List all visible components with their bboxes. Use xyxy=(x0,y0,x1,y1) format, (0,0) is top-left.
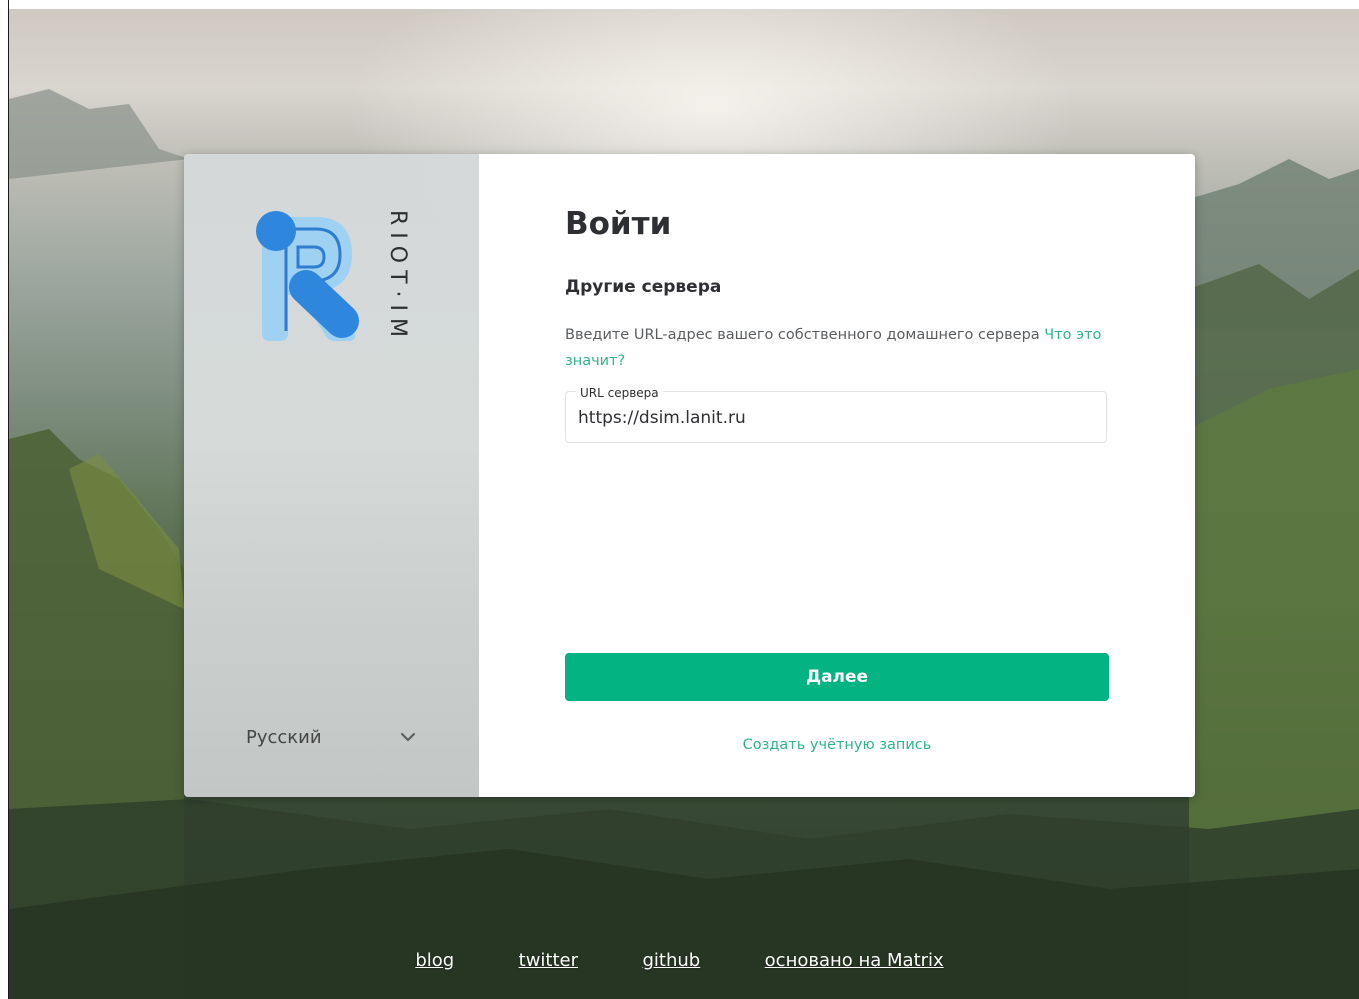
riot-logo-icon xyxy=(254,209,366,344)
language-select[interactable]: Русский xyxy=(246,720,416,754)
page-title: Войти xyxy=(565,206,672,242)
footer-link-twitter[interactable]: twitter xyxy=(519,950,578,971)
branding-panel: RIOT·IM Русский xyxy=(184,154,479,797)
language-selected-value: Русский xyxy=(246,726,322,748)
login-card: RIOT·IM Русский Войти Другие сервера Вве… xyxy=(184,154,1195,797)
login-form-panel: Войти Другие сервера Введите URL-адрес в… xyxy=(479,154,1195,797)
footer-link-matrix[interactable]: основано на Matrix xyxy=(765,950,944,971)
server-section-title: Другие сервера xyxy=(565,277,722,297)
server-url-label: URL сервера xyxy=(576,386,663,400)
server-url-input[interactable] xyxy=(578,404,1088,432)
brand-wordmark: RIOT·IM xyxy=(385,210,410,344)
server-description-text: Введите URL-адрес вашего собственного до… xyxy=(565,327,1040,343)
footer-link-blog[interactable]: blog xyxy=(415,950,454,971)
create-account-link[interactable]: Создать учётную запись xyxy=(565,737,1109,753)
chevron-down-icon xyxy=(400,729,416,745)
footer-links: blog twitter github основано на Matrix xyxy=(0,950,1359,980)
server-url-field[interactable]: URL сервера xyxy=(565,386,1107,443)
server-description: Введите URL-адрес вашего собственного до… xyxy=(565,322,1110,374)
footer-link-github[interactable]: github xyxy=(642,950,700,971)
next-button[interactable]: Далее xyxy=(565,653,1109,701)
